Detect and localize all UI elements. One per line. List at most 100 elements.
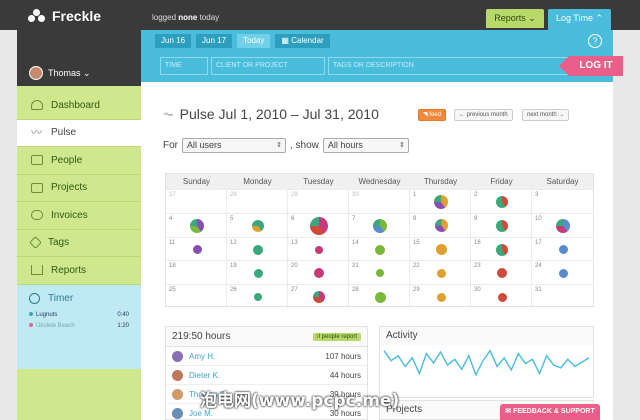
tab-date-jun17[interactable]: Jun 17	[196, 34, 233, 48]
calendar-day[interactable]: 31	[532, 284, 593, 308]
tab-date-today[interactable]: Today	[237, 34, 271, 48]
calendar-day[interactable]: 22	[410, 260, 471, 285]
activity-bubble[interactable]	[315, 245, 323, 254]
activity-bubble[interactable]	[192, 245, 202, 255]
activity-bubble[interactable]	[436, 268, 446, 278]
activity-bubble[interactable]	[496, 219, 508, 232]
calendar-day[interactable]: 28	[349, 284, 410, 308]
calendar-day[interactable]: 16	[471, 236, 532, 261]
activity-title: Activity	[380, 327, 593, 345]
log-it-button[interactable]: LOG IT	[559, 56, 623, 76]
calendar-day[interactable]: 2	[471, 189, 532, 213]
calendar-day[interactable]: 27	[166, 189, 227, 213]
sidebar-item-projects[interactable]: Projects	[17, 175, 141, 202]
time-input[interactable]: TIME	[160, 57, 208, 75]
timer-entry[interactable]: Lugnuts 0:40	[29, 312, 129, 318]
activity-bubble[interactable]	[310, 216, 328, 235]
client-project-input[interactable]: CLIENT OR PROJECT	[211, 57, 325, 75]
calendar-day[interactable]: 6	[288, 212, 349, 237]
tab-date-jun16[interactable]: Jun 16	[155, 34, 192, 48]
user-name[interactable]: Thomas ⌄	[48, 68, 91, 79]
tags-description-input[interactable]: TAGS OR DESCRIPTION	[328, 57, 574, 75]
calendar-day[interactable]: 28	[227, 189, 288, 213]
activity-bubble[interactable]	[254, 293, 262, 302]
timer-title[interactable]: Timer	[29, 293, 129, 304]
activity-bubble[interactable]	[497, 268, 507, 279]
day-number: 25	[169, 287, 176, 294]
calendar-day[interactable]: 30	[349, 189, 410, 213]
feed-button[interactable]: ◥ feed	[418, 109, 446, 121]
calendar-day[interactable]: 9	[471, 212, 532, 237]
activity-bubble[interactable]	[374, 291, 386, 303]
sidebar-item-invoices[interactable]: Invoices	[17, 202, 141, 230]
tab-calendar[interactable]: ▦ Calendar	[275, 34, 330, 48]
activity-bubble[interactable]	[253, 244, 263, 255]
calendar-day[interactable]: 27	[288, 284, 349, 308]
calendar-day[interactable]: 8	[410, 212, 471, 237]
calendar-day[interactable]: 3	[532, 189, 593, 213]
next-month-button[interactable]: next month →	[522, 109, 570, 121]
hours-select[interactable]: All hours ⇕	[322, 138, 409, 153]
calendar-day[interactable]: 29	[288, 189, 349, 213]
reports-button[interactable]: Reports ⌄	[486, 9, 544, 28]
calendar-day[interactable]: 13	[288, 236, 349, 261]
activity-bubble[interactable]	[436, 292, 446, 302]
calendar-day[interactable]: 24	[532, 260, 593, 284]
calendar-day[interactable]: 11	[166, 236, 227, 261]
activity-bubble[interactable]	[496, 243, 508, 256]
calendar-day[interactable]: 5	[227, 212, 288, 237]
logo[interactable]: Freckle	[28, 8, 101, 24]
calendar-day[interactable]: 4	[166, 212, 227, 237]
day-number: 23	[474, 263, 481, 270]
activity-bubble[interactable]	[558, 245, 568, 255]
day-number: 12	[230, 239, 237, 246]
activity-bubble[interactable]	[313, 291, 325, 304]
sidebar-item-tags[interactable]: Tags	[17, 230, 141, 257]
feedback-support-button[interactable]: ✉ FEEDBACK & SUPPORT	[500, 404, 600, 420]
user-menu[interactable]: Thomas ⌄	[17, 30, 141, 86]
activity-bubble[interactable]	[252, 219, 264, 232]
calendar-day[interactable]: 19	[227, 260, 288, 285]
calendar-day[interactable]: 18	[166, 260, 227, 285]
sidebar-item-pulse[interactable]: 〰 Pulse	[17, 119, 141, 147]
calendar-day[interactable]: 30	[471, 284, 532, 308]
activity-bubble[interactable]	[376, 269, 384, 278]
calendar-day[interactable]: 14	[349, 236, 410, 261]
list-item[interactable]: Dieter K. 44 hours	[166, 366, 367, 385]
activity-bubble[interactable]	[373, 218, 387, 233]
calendar-day[interactable]: 7	[349, 212, 410, 237]
activity-bubble[interactable]	[190, 218, 204, 233]
calendar-day[interactable]: 25	[166, 284, 227, 308]
calendar-icon: ▦	[281, 36, 289, 45]
activity-bubble[interactable]	[253, 268, 263, 278]
activity-bubble[interactable]	[497, 292, 507, 302]
activity-bubble[interactable]	[375, 244, 385, 255]
calendar-day[interactable]: 23	[471, 260, 532, 285]
sidebar-item-reports[interactable]: Reports	[17, 257, 141, 285]
calendar-day[interactable]: 29	[410, 284, 471, 308]
timer-entry[interactable]: Ukulele Beach 1:20	[29, 323, 129, 329]
calendar-day[interactable]: 12	[227, 236, 288, 261]
activity-bubble[interactable]	[434, 195, 448, 209]
previous-month-button[interactable]: ← previous month	[454, 109, 513, 121]
sidebar-item-dashboard[interactable]: Dashboard	[17, 92, 141, 120]
activity-bubble[interactable]	[556, 218, 570, 233]
calendar-day[interactable]: 20	[288, 260, 349, 285]
people-report-button[interactable]: ıl people report	[312, 332, 361, 341]
activity-bubble[interactable]	[314, 268, 324, 279]
list-item[interactable]: Amy H. 107 hours	[166, 347, 367, 366]
activity-bubble[interactable]	[496, 196, 508, 208]
users-select[interactable]: All users ⇕	[182, 138, 286, 153]
calendar-day[interactable]: 1	[410, 189, 471, 213]
calendar-day[interactable]: 10	[532, 212, 593, 237]
calendar-day[interactable]: 21	[349, 260, 410, 285]
sidebar-item-people[interactable]: People	[17, 147, 141, 175]
help-icon[interactable]: ?	[588, 34, 602, 48]
activity-bubble[interactable]	[434, 219, 448, 233]
calendar-day[interactable]: 17	[532, 236, 593, 261]
activity-bubble[interactable]	[558, 268, 568, 278]
calendar-day[interactable]: 26	[227, 284, 288, 308]
activity-bubble[interactable]	[435, 244, 447, 256]
log-time-button[interactable]: Log Time ⌃	[548, 9, 611, 30]
calendar-day[interactable]: 15	[410, 236, 471, 261]
